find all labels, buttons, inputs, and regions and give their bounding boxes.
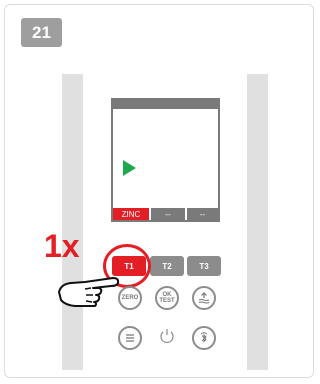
power-icon[interactable] xyxy=(158,327,176,345)
bluetooth-key[interactable] xyxy=(192,326,216,350)
ok-test-key-label-2: TEST xyxy=(159,298,175,304)
display-status-bar: ZINC -- -- xyxy=(113,208,218,220)
water-level-icon xyxy=(198,292,210,304)
t3-key[interactable]: T3 xyxy=(187,256,221,276)
menu-key[interactable] xyxy=(118,326,142,350)
display-segment-2: -- xyxy=(149,208,185,220)
press-count-label: 1x xyxy=(44,228,80,264)
menu-icon xyxy=(126,334,134,342)
step-number-badge: 21 xyxy=(21,18,62,47)
bluetooth-icon xyxy=(200,332,208,343)
display-segment-3: -- xyxy=(185,208,218,220)
water-level-key[interactable] xyxy=(192,286,216,310)
display-top-bar xyxy=(113,100,218,109)
pointing-hand-icon xyxy=(58,277,120,307)
device-rail-left xyxy=(62,74,83,370)
play-icon xyxy=(123,160,136,176)
device-display: ZINC -- -- xyxy=(111,98,220,222)
ok-test-key[interactable]: OK TEST xyxy=(155,286,179,310)
display-segment-1: ZINC xyxy=(113,208,149,220)
t2-key[interactable]: T2 xyxy=(150,256,184,276)
device-rail-right xyxy=(247,74,268,370)
